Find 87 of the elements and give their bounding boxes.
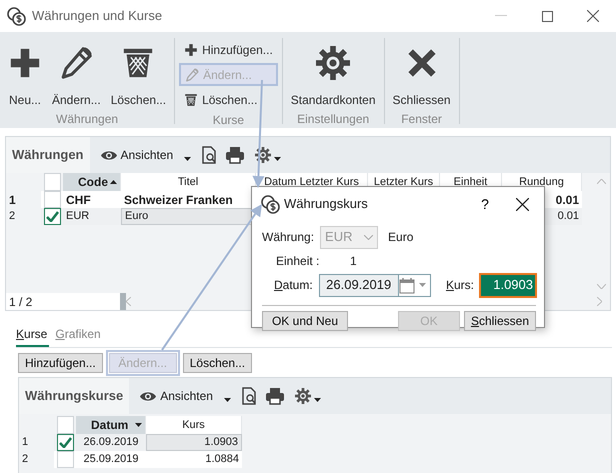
group-label: Einstellungen xyxy=(296,111,370,128)
check-icon xyxy=(46,211,58,222)
row-number: 2 xyxy=(19,451,54,468)
gear-icon xyxy=(294,388,311,404)
chevron-down-icon xyxy=(364,234,374,240)
checkbox-header xyxy=(56,416,74,434)
close-icon[interactable] xyxy=(587,10,599,22)
eye-icon xyxy=(100,150,118,160)
coins-icon xyxy=(260,194,280,214)
table-cell-text: Schweizer Franken xyxy=(123,192,234,208)
coins-icon xyxy=(6,6,26,26)
button[interactable]: Löschen... xyxy=(182,353,252,373)
ribbon-button[interactable]: Hinzufügen... xyxy=(179,38,278,61)
table-cell-text: 1.0884 xyxy=(204,452,240,468)
printer-icon[interactable] xyxy=(225,146,246,164)
preview-icon[interactable] xyxy=(201,146,218,164)
checkbox-header xyxy=(44,173,60,191)
button[interactable]: OK und Neu xyxy=(262,311,348,331)
ribbon-button[interactable]: Löschen... xyxy=(106,38,170,110)
caret-icon xyxy=(314,398,321,402)
table-cell-text: 0.01 xyxy=(556,209,580,224)
grid-title: Währungskurse xyxy=(19,378,130,414)
column-header[interactable]: Datum xyxy=(76,416,146,434)
table-cell: 1.0903 xyxy=(146,434,242,451)
eye-icon xyxy=(139,390,158,402)
scroll-left-icon xyxy=(126,297,131,306)
caret-icon xyxy=(419,283,426,287)
caret-icon xyxy=(184,157,192,161)
calendar-icon xyxy=(399,276,416,294)
ribbon-button[interactable]: Ändern... xyxy=(48,38,105,110)
checkbox[interactable] xyxy=(44,208,60,225)
record-position: 1 / 2 xyxy=(6,293,120,310)
ribbon-button[interactable]: Neu... xyxy=(4,38,46,110)
caret-icon xyxy=(224,398,231,402)
check-icon xyxy=(58,437,72,448)
plus-icon xyxy=(184,42,198,56)
maximize-icon[interactable] xyxy=(542,10,552,22)
field-label: Währung: xyxy=(262,229,314,246)
trash-icon xyxy=(184,92,198,106)
field-label: Kurs: xyxy=(446,277,474,294)
field-label: Einheit : xyxy=(276,253,320,270)
gear-icon xyxy=(255,147,272,163)
ribbon-button[interactable]: Standardkonten xyxy=(286,38,380,110)
ribbon-button[interactable]: Schliessen xyxy=(388,38,455,110)
close-icon[interactable] xyxy=(516,198,528,210)
button[interactable]: Schliessen xyxy=(464,311,536,331)
column-header[interactable]: Kurs xyxy=(146,416,242,434)
table-cell-text: 25.09.2019 xyxy=(82,452,140,468)
scroll-up-icon xyxy=(597,179,606,184)
group-label: Fenster xyxy=(400,111,443,128)
help-button[interactable]: ? xyxy=(470,192,500,216)
window-title: Währungen und Kurse xyxy=(32,7,162,26)
table-cell-text: 0.01 xyxy=(554,192,580,208)
dialog-title: Währungskurs xyxy=(284,195,368,214)
ribbon-button[interactable]: Löschen... xyxy=(179,88,278,111)
table-cell-text: CHF xyxy=(65,192,92,208)
scrollbar-thumb[interactable] xyxy=(120,293,126,310)
button[interactable]: Hinzufügen... xyxy=(18,353,103,373)
checkbox[interactable] xyxy=(56,434,74,451)
grid-title: Währungen xyxy=(6,137,90,173)
views-dropdown[interactable]: Ansichten xyxy=(98,146,194,164)
tab[interactable]: Grafiken xyxy=(55,323,103,347)
column-header[interactable]: Code xyxy=(63,173,121,191)
gear-icon xyxy=(316,46,350,80)
caret-icon xyxy=(274,157,282,161)
table-cell-text: 26.09.2019 xyxy=(82,435,140,450)
settings-dropdown[interactable] xyxy=(253,147,284,163)
printer-icon[interactable] xyxy=(264,387,285,405)
group-label: Kurse xyxy=(212,112,246,129)
rate-field[interactable]: 1.0903 xyxy=(480,274,536,296)
pencil-icon xyxy=(185,68,200,82)
scroll-down-icon xyxy=(597,284,606,289)
plus-icon xyxy=(8,46,42,80)
pencil-icon xyxy=(59,46,94,80)
date-field[interactable]: 26.09.2019 xyxy=(318,274,431,296)
row-number: 1 xyxy=(6,191,41,208)
preview-icon[interactable] xyxy=(240,387,257,405)
group-label: Währungen xyxy=(55,111,120,128)
field-label: Datum: xyxy=(274,277,313,294)
tab[interactable]: Kurse xyxy=(16,323,50,347)
table-cell-text: EUR xyxy=(65,209,90,224)
currency-name: Euro xyxy=(388,229,414,246)
column-header[interactable]: Titel xyxy=(121,173,256,191)
settings-dropdown[interactable] xyxy=(292,388,323,404)
views-dropdown[interactable]: Ansichten xyxy=(137,387,233,405)
scroll-right-icon xyxy=(597,297,602,306)
unit-value: 1 xyxy=(350,253,357,270)
